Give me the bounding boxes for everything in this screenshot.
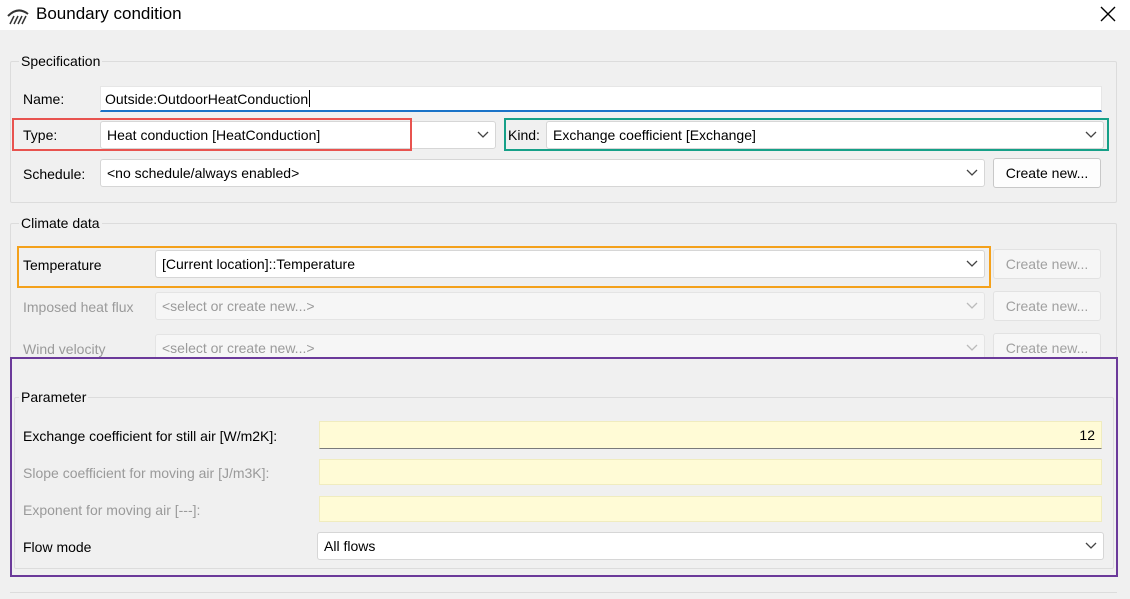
wind-velocity-label: Wind velocity (23, 341, 106, 357)
schedule-dropdown-value: <no schedule/always enabled> (107, 165, 300, 181)
text-cursor (309, 90, 311, 107)
schedule-create-new-button[interactable]: Create new... (993, 158, 1101, 188)
close-button[interactable] (1086, 0, 1130, 28)
name-label: Name: (23, 91, 65, 107)
climate-data-group-title: Climate data (19, 215, 102, 231)
imposed-heat-flux-dropdown[interactable]: <select or create new...> (155, 292, 985, 320)
type-highlight-box (12, 118, 412, 151)
window-title: Boundary condition (36, 4, 182, 23)
temperature-highlight-box (17, 246, 991, 288)
name-field-value: Outside:OutdoorHeatConduction (105, 90, 309, 107)
bottom-divider (10, 592, 1117, 593)
kind-highlight-box (504, 118, 1109, 151)
schedule-dropdown[interactable]: <no schedule/always enabled> (100, 159, 985, 187)
wind-velocity-dropdown-value: <select or create new...> (162, 340, 315, 356)
imposed-heat-flux-create-new-button[interactable]: Create new... (993, 291, 1101, 321)
boundary-condition-icon (6, 4, 30, 26)
schedule-label: Schedule: (23, 166, 86, 182)
chevron-down-icon (966, 302, 978, 309)
specification-group-title: Specification (19, 53, 103, 69)
close-icon (1100, 6, 1116, 22)
chevron-down-icon (966, 169, 978, 176)
temperature-create-new-button[interactable]: Create new... (993, 249, 1101, 279)
chevron-down-icon (966, 344, 978, 351)
imposed-heat-flux-label: Imposed heat flux (23, 299, 134, 315)
imposed-heat-flux-dropdown-value: <select or create new...> (162, 298, 315, 314)
parameter-highlight-box (10, 357, 1118, 577)
chevron-down-icon (477, 131, 489, 138)
name-field[interactable]: Outside:OutdoorHeatConduction (100, 86, 1102, 112)
